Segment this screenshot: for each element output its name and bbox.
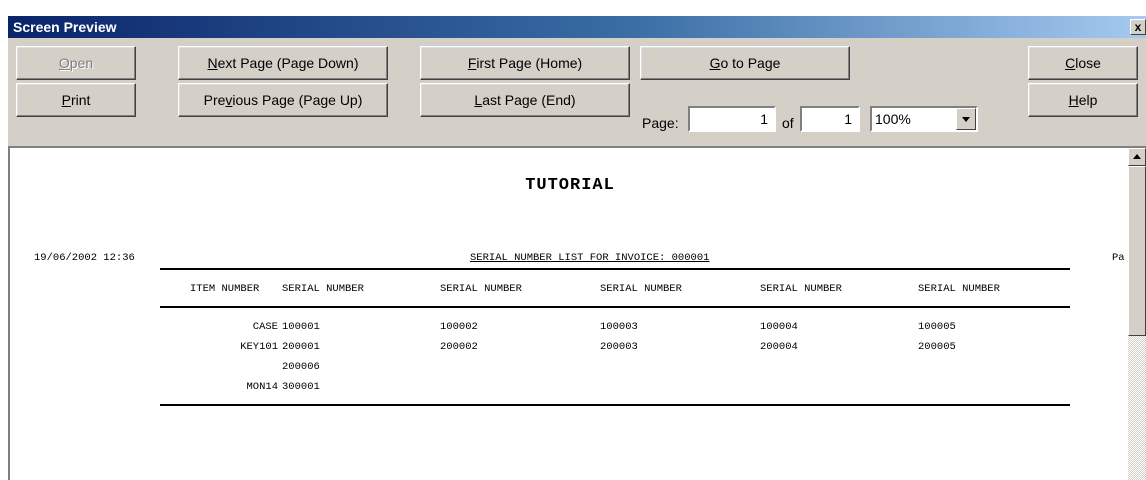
last-page-button[interactable]: Last Page (End): [420, 83, 630, 117]
zoom-value: 100%: [875, 111, 911, 127]
close-button[interactable]: Close: [1028, 46, 1138, 80]
table-top-rule: [160, 268, 1070, 270]
report-title: TUTORIAL: [525, 176, 615, 195]
table-cell: 100005: [918, 321, 956, 333]
help-label-post: elp: [1078, 92, 1098, 108]
table-cell: 100001: [282, 321, 320, 333]
table-cell: 200005: [918, 341, 956, 353]
last-page-label-post: ast Page (End): [482, 92, 576, 108]
open-label-accel: O: [58, 55, 70, 71]
table-cell: 200004: [760, 341, 798, 353]
report-page-fragment: Pa: [1112, 252, 1125, 264]
chevron-down-icon[interactable]: [956, 108, 976, 130]
of-label: of: [782, 115, 794, 131]
report-subtitle: SERIAL NUMBER LIST FOR INVOICE: 000001: [470, 252, 710, 264]
header-item-number: ITEM NUMBER: [190, 283, 260, 295]
prev-page-label-pre: Pre: [203, 92, 226, 108]
next-page-button[interactable]: Next Page (Page Down): [178, 46, 388, 80]
header-serial-3: SERIAL NUMBER: [600, 283, 682, 295]
table-cell: 300001: [282, 381, 320, 393]
table-cell: 100002: [440, 321, 478, 333]
close-label-accel: C: [1065, 55, 1076, 71]
table-bottom-rule: [160, 404, 1070, 406]
title-bar: Screen Preview x: [8, 16, 1146, 38]
top-margin: [0, 0, 1146, 16]
goto-page-label-accel: G: [709, 55, 721, 71]
print-button[interactable]: Print: [16, 83, 136, 117]
next-page-label-accel: N: [207, 55, 218, 71]
table-cell: 200006: [282, 361, 320, 373]
go-to-page-button[interactable]: Go to Page: [640, 46, 850, 80]
toolbar: Open Print Next Page (Page Down) Previou…: [8, 38, 1146, 146]
total-pages-field: 1: [800, 106, 860, 132]
open-label-post: pen: [69, 55, 94, 71]
header-serial-4: SERIAL NUMBER: [760, 283, 842, 295]
report-preview-area: TUTORIAL 19/06/2002 12:36 SERIAL NUMBER …: [8, 146, 1146, 480]
header-serial-2: SERIAL NUMBER: [440, 283, 522, 295]
table-cell: 100004: [760, 321, 798, 333]
report-datetime: 19/06/2002 12:36: [34, 252, 135, 264]
table-cell: CASE: [252, 321, 278, 333]
table-cell: KEY101: [240, 341, 278, 353]
first-page-button[interactable]: First Page (Home): [420, 46, 630, 80]
goto-page-label-post: o to Page: [720, 55, 781, 71]
vertical-scrollbar[interactable]: [1128, 148, 1146, 480]
zoom-select[interactable]: 100%: [870, 106, 978, 132]
help-button[interactable]: Help: [1028, 83, 1138, 117]
previous-page-button[interactable]: Previous Page (Page Up): [178, 83, 388, 117]
next-page-label-post: ext Page (Page Down): [217, 55, 359, 71]
scroll-up-icon[interactable]: [1128, 148, 1146, 166]
table-cell: 100003: [600, 321, 638, 333]
header-bottom-rule: [160, 306, 1070, 308]
page-number-field[interactable]: 1: [688, 106, 776, 132]
scrollbar-thumb[interactable]: [1128, 166, 1146, 336]
close-label-post: lose: [1075, 55, 1101, 71]
print-label-post: rint: [70, 92, 91, 108]
header-serial-5: SERIAL NUMBER: [918, 283, 1000, 295]
page-label: Page:: [642, 115, 679, 131]
prev-page-label-post: ious Page (Page Up): [232, 92, 363, 108]
table-cell: MON14: [246, 381, 278, 393]
table-cell: 200002: [440, 341, 478, 353]
table-cell: 200003: [600, 341, 638, 353]
open-button[interactable]: Open: [16, 46, 136, 80]
left-margin: [0, 16, 8, 480]
help-label-accel: H: [1068, 92, 1079, 108]
first-page-label-post: irst Page (Home): [476, 55, 583, 71]
window-title: Screen Preview: [13, 19, 117, 35]
screen-preview-window: Screen Preview x Open Print Next Page (P…: [0, 0, 1146, 480]
close-icon[interactable]: x: [1130, 19, 1146, 35]
header-serial-1: SERIAL NUMBER: [282, 283, 364, 295]
table-cell: 200001: [282, 341, 320, 353]
print-label-accel: P: [61, 92, 71, 108]
